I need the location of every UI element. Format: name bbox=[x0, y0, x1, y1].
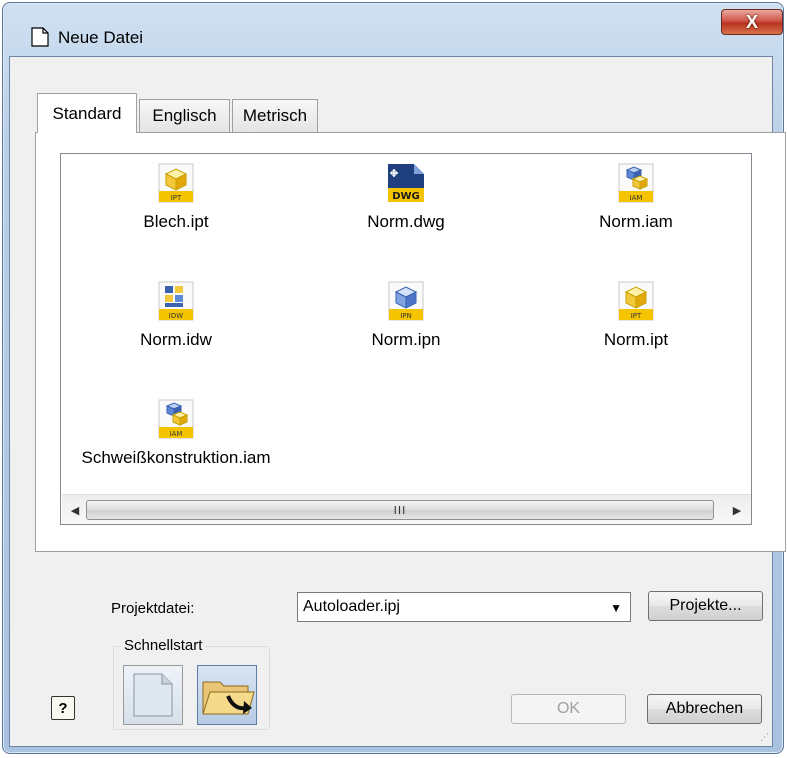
ipn-presentation-icon: IPN bbox=[388, 281, 424, 321]
svg-text:IPT: IPT bbox=[171, 194, 182, 202]
ok-button[interactable]: OK bbox=[511, 694, 626, 724]
file-item-schweisskonstruktion-iam[interactable]: IAM Schweißkonstruktion.iam bbox=[61, 390, 291, 486]
file-name: Norm.iam bbox=[599, 212, 673, 231]
project-file-label: Projektdatei: bbox=[111, 600, 195, 617]
project-file-dropdown[interactable]: Autoloader.ipj ▼ bbox=[297, 592, 631, 622]
file-item-norm-idw[interactable]: IDW Norm.idw bbox=[61, 272, 291, 368]
tab-englisch[interactable]: Englisch bbox=[139, 99, 230, 132]
tab-metrisch[interactable]: Metrisch bbox=[232, 99, 318, 132]
projects-button[interactable]: Projekte... bbox=[648, 591, 763, 621]
file-item-norm-iam[interactable]: IAM Norm.iam bbox=[521, 154, 751, 250]
new-blank-file-button[interactable] bbox=[123, 665, 183, 725]
file-item-norm-dwg[interactable]: DWG Norm.dwg bbox=[291, 154, 521, 250]
file-name: Schweißkonstruktion.iam bbox=[81, 448, 271, 467]
file-item-norm-ipn[interactable]: IPN Norm.ipn bbox=[291, 272, 521, 368]
resize-grip-icon[interactable]: ⋰ bbox=[760, 733, 769, 743]
ipt-part-icon: IPT bbox=[618, 281, 654, 321]
svg-text:IPT: IPT bbox=[631, 312, 642, 320]
open-folder-icon bbox=[202, 681, 255, 715]
blank-page-icon bbox=[133, 673, 173, 717]
open-file-button[interactable] bbox=[197, 665, 257, 725]
file-name: Blech.ipt bbox=[143, 212, 209, 231]
file-name: Norm.idw bbox=[140, 330, 212, 349]
project-file-value: Autoloader.ipj bbox=[303, 598, 400, 615]
scrollbar-thumb[interactable]: III bbox=[86, 500, 714, 520]
quickstart-title: Schnellstart bbox=[121, 637, 206, 654]
dialog-client-area: Standard Englisch Metrisch IPT Blech.ipt bbox=[9, 56, 786, 747]
svg-text:IDW: IDW bbox=[169, 312, 183, 320]
help-button[interactable]: ? bbox=[51, 696, 75, 720]
title-bar[interactable]: Neue Datei X bbox=[3, 3, 783, 59]
ipt-part-icon: IPT bbox=[158, 163, 194, 203]
iam-assembly-icon: IAM bbox=[618, 163, 654, 203]
iam-assembly-icon: IAM bbox=[158, 399, 194, 439]
window-title: Neue Datei bbox=[58, 28, 144, 47]
quickstart-group: Schnellstart bbox=[113, 637, 270, 730]
svg-text:IAM: IAM bbox=[170, 430, 183, 438]
dwg-drawing-icon: DWG bbox=[388, 164, 424, 202]
tab-standard[interactable]: Standard bbox=[37, 93, 137, 133]
svg-text:DWG: DWG bbox=[392, 191, 420, 202]
scroll-left-arrow-icon[interactable]: ◀ bbox=[64, 500, 86, 520]
thumb-grip: III bbox=[393, 503, 407, 517]
idw-drawing-icon: IDW bbox=[158, 281, 194, 321]
svg-text:IAM: IAM bbox=[630, 194, 643, 202]
file-item-norm-ipt[interactable]: IPT Norm.ipt bbox=[521, 272, 751, 368]
cancel-button[interactable]: Abbrechen bbox=[647, 694, 762, 724]
tab-panel-standard: IPT Blech.ipt DWG Norm.dwg IAM Norm.iam … bbox=[35, 132, 786, 552]
chevron-down-icon[interactable]: ▼ bbox=[610, 601, 622, 615]
scroll-right-arrow-icon[interactable]: ▶ bbox=[726, 500, 748, 520]
file-item-blech-ipt[interactable]: IPT Blech.ipt bbox=[61, 154, 291, 250]
horizontal-scrollbar[interactable]: ◀ III ▶ bbox=[62, 494, 751, 524]
file-name: Norm.ipt bbox=[603, 330, 669, 349]
file-name: Norm.dwg bbox=[367, 212, 445, 231]
template-file-list[interactable]: IPT Blech.ipt DWG Norm.dwg IAM Norm.iam … bbox=[60, 153, 752, 525]
close-button[interactable]: X bbox=[721, 9, 783, 35]
file-name: Norm.ipn bbox=[371, 330, 441, 349]
svg-text:IPN: IPN bbox=[400, 312, 412, 320]
new-file-icon bbox=[31, 27, 49, 47]
